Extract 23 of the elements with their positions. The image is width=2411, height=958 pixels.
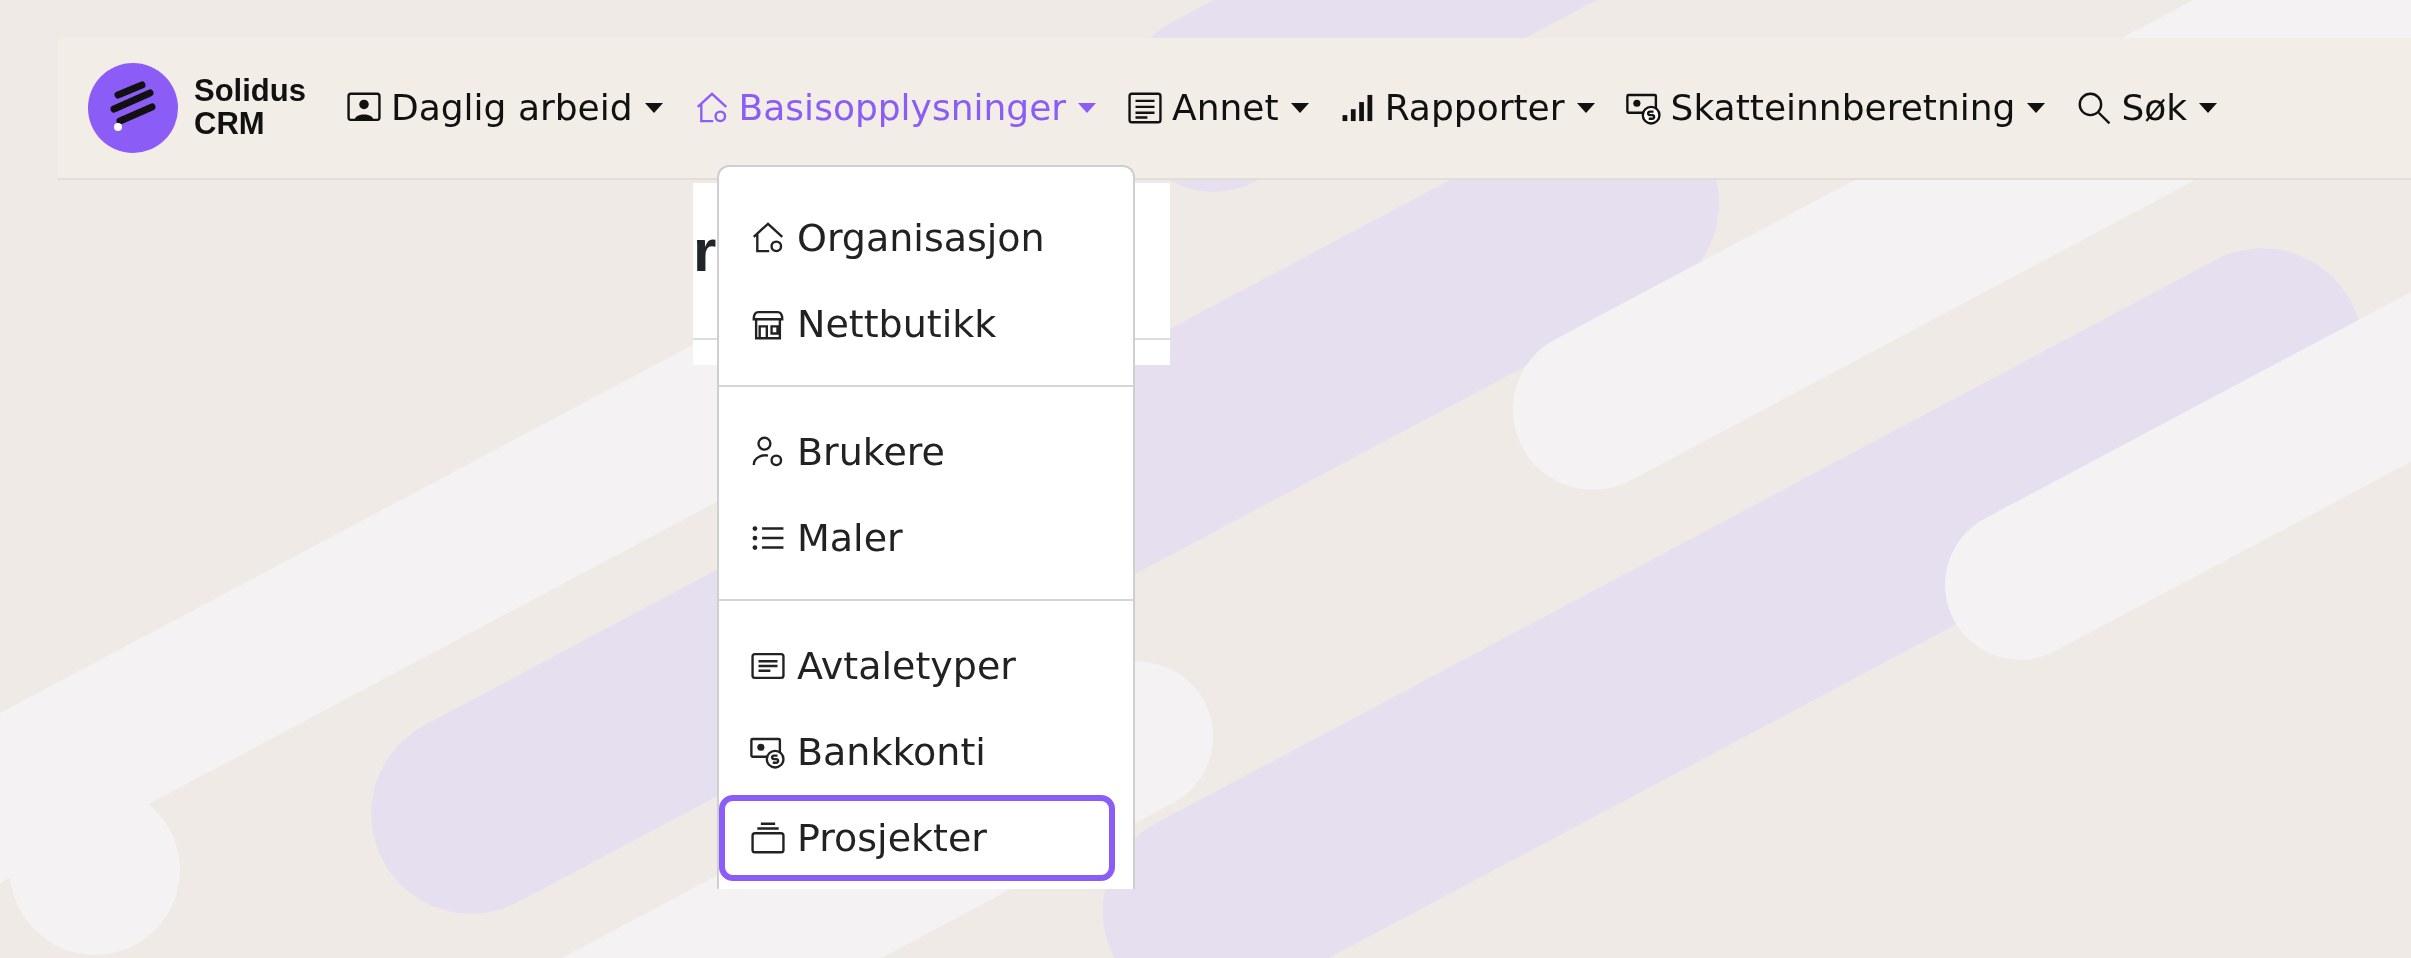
nav-menu-item[interactable]: Annet — [1111, 81, 1324, 135]
page-heading: r — [693, 221, 717, 281]
caret-icon — [1078, 103, 1097, 113]
logo-icon — [88, 63, 178, 153]
nav-menu-item[interactable]: Skatteinnberetning — [1609, 81, 2061, 135]
dropdown-item[interactable]: Avtaletyper — [719, 623, 1115, 709]
dropdown-item[interactable]: Bankkonti — [719, 709, 1115, 795]
nav-menu-item[interactable]: Søk — [2060, 81, 2233, 135]
nav-menu-item[interactable]: Rapporter — [1323, 81, 1610, 135]
dropdown-item[interactable]: Brukere — [719, 409, 1115, 495]
brand-subtitle: CRM — [194, 108, 266, 141]
nav-menu-item[interactable]: Basisopplysninger — [677, 81, 1112, 135]
caret-icon — [2199, 103, 2218, 113]
dropdown-item[interactable]: Organisasjon — [719, 195, 1115, 281]
caret-icon — [2027, 103, 2046, 113]
nav-menu-item[interactable]: Daglig arbeid — [329, 81, 678, 135]
dropdown-item[interactable]: Maler — [719, 495, 1115, 581]
caret-icon — [1576, 103, 1595, 113]
brand-name: Solidus — [194, 75, 306, 108]
caret-icon — [644, 103, 663, 113]
caret-icon — [1290, 103, 1309, 113]
dropdown-item[interactable]: Prosjekter — [719, 795, 1115, 881]
dropdown-item[interactable]: Nettbutikk — [719, 281, 1115, 367]
